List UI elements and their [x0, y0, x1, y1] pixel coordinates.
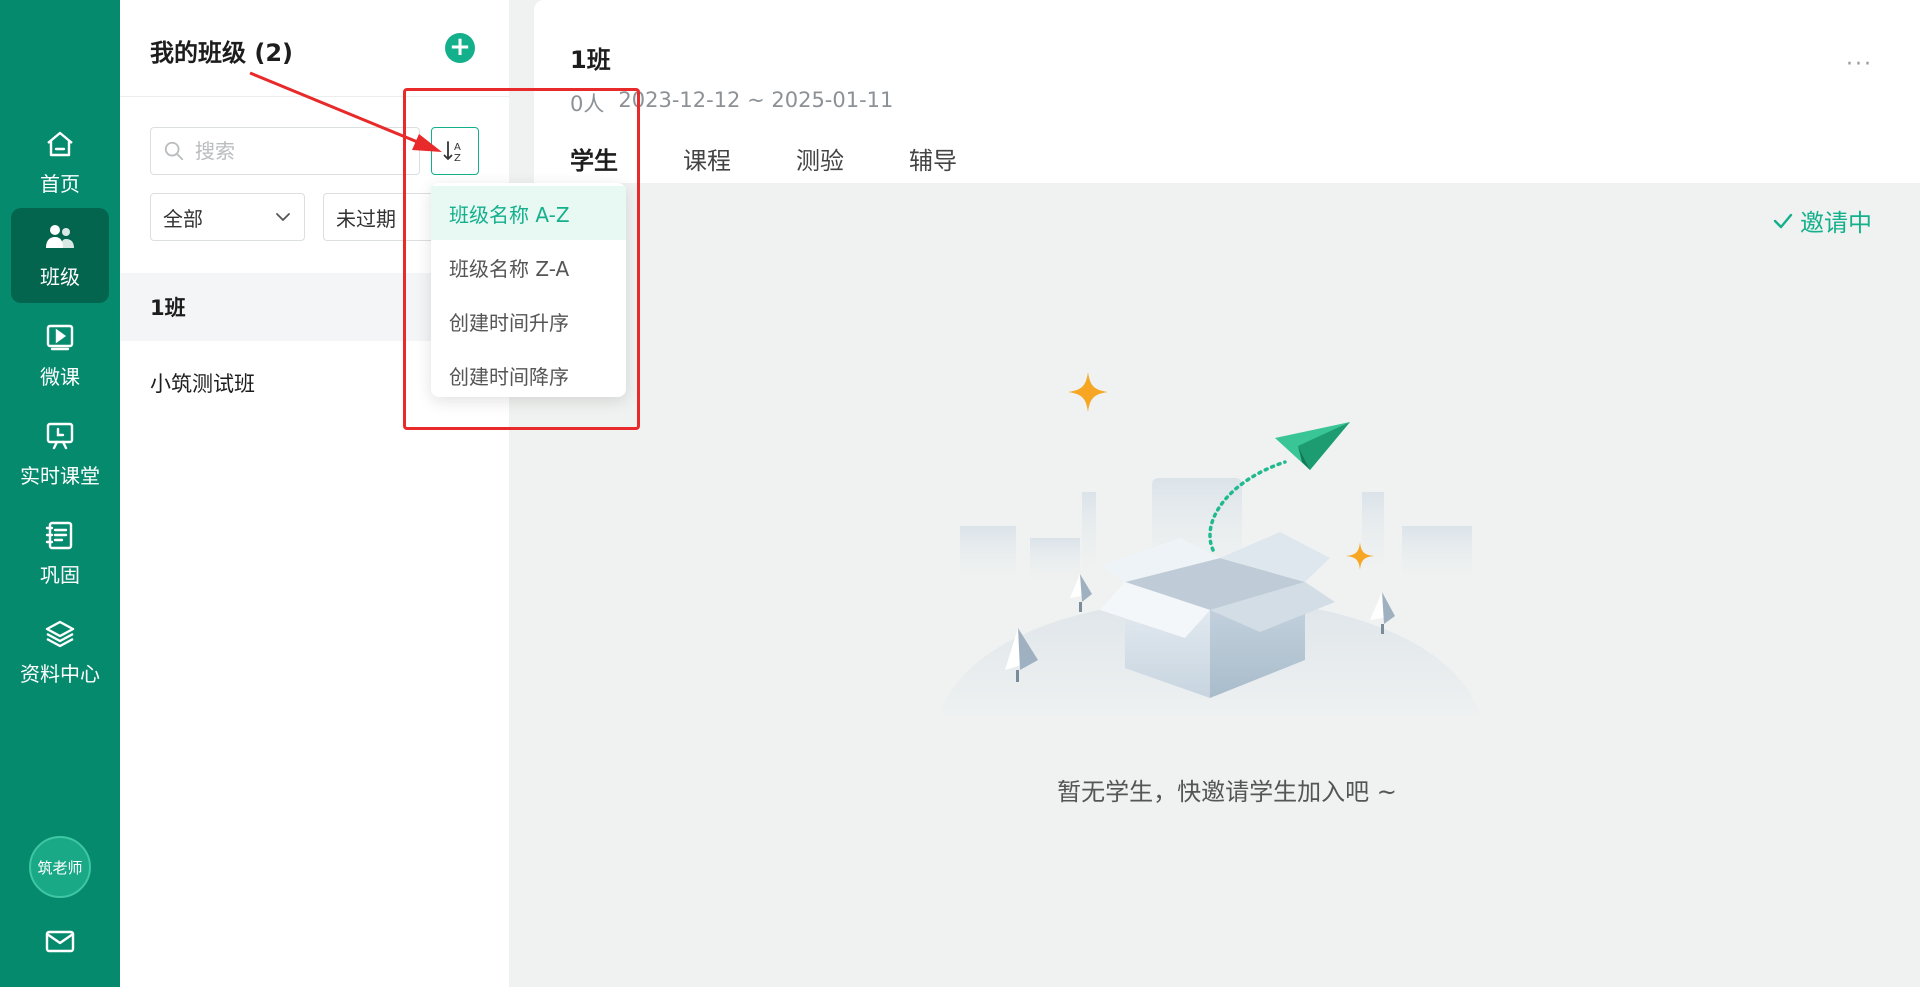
nav-rail: 首页 班级 微课 实时课堂 巩固 资料中心 筑老师: [0, 0, 120, 987]
nav-item-label: 资料中心: [20, 662, 100, 686]
mail-icon[interactable]: [44, 925, 76, 957]
nav-item-label: 巩固: [40, 563, 80, 587]
search-box[interactable]: [150, 127, 420, 175]
class-name: 1班: [570, 46, 611, 74]
people-count: 0人: [570, 92, 605, 116]
svg-text:Z: Z: [454, 153, 461, 164]
tab-courses[interactable]: 课程: [683, 141, 731, 190]
nav-item-label: 班级: [40, 265, 80, 289]
notebook-icon: [45, 521, 73, 550]
inviting-label: 邀请中: [1800, 209, 1872, 237]
check-icon: [1773, 213, 1793, 228]
chevron-down-icon: [276, 213, 290, 221]
date-range: 2023-12-12 ~ 2025-01-11: [618, 88, 894, 112]
detail-tabs: 学生 课程 测验 辅导: [570, 141, 957, 190]
search-icon: [164, 141, 184, 161]
scope-select-value: 全部: [163, 206, 203, 231]
sort-az-icon: AZ: [443, 141, 461, 164]
sort-option-name-asc[interactable]: 班级名称 A-Z: [431, 186, 626, 240]
nav-item-home[interactable]: 首页: [11, 115, 109, 210]
nav-item-label: 实时课堂: [20, 464, 100, 488]
users-icon: [46, 225, 74, 248]
video-icon: [46, 324, 74, 351]
sort-dropdown: 班级名称 A-Z 班级名称 Z-A 创建时间升序 创建时间降序: [431, 183, 626, 397]
status-select-value: 未过期: [336, 206, 396, 231]
class-panel-header: 我的班级 (2) +: [120, 0, 509, 97]
class-meta: 0人 2023-12-12 ~ 2025-01-11: [570, 88, 893, 118]
add-class-button[interactable]: +: [445, 33, 475, 63]
search-input[interactable]: [195, 139, 395, 163]
tab-tutoring[interactable]: 辅导: [909, 141, 957, 190]
nav-item-class[interactable]: 班级: [11, 208, 109, 303]
avatar[interactable]: 筑老师: [29, 836, 91, 898]
nav-item-label: 微课: [40, 365, 80, 389]
nav-item-consolidate[interactable]: 巩固: [11, 506, 109, 601]
sort-option-name-desc[interactable]: 班级名称 Z-A: [431, 240, 626, 294]
more-options-button[interactable]: ···: [1846, 52, 1873, 77]
svg-text:A: A: [454, 142, 461, 153]
nav-item-live-class[interactable]: 实时课堂: [11, 407, 109, 502]
empty-state-illustration: [940, 372, 1480, 715]
class-panel: 我的班级 (2) + AZ 全部 未过期 1班 小筑测试班: [120, 0, 509, 987]
layers-icon: [45, 620, 75, 648]
class-detail-header: 1班 ··· 0人 2023-12-12 ~ 2025-01-11 学生 课程 …: [534, 0, 1920, 190]
inviting-toggle[interactable]: 邀请中: [1772, 203, 1872, 238]
sort-option-created-desc[interactable]: 创建时间降序: [431, 348, 626, 402]
home-icon: [47, 131, 73, 157]
panel-title: 我的班级 (2): [150, 39, 293, 67]
empty-state-text: 暂无学生，快邀请学生加入吧 ~: [1057, 778, 1397, 806]
nav-item-label: 首页: [40, 172, 80, 196]
classroom-icon: [46, 422, 74, 450]
nav-item-resources[interactable]: 资料中心: [11, 605, 109, 700]
scope-select[interactable]: 全部: [150, 193, 305, 241]
sort-option-created-asc[interactable]: 创建时间升序: [431, 294, 626, 348]
tab-quizzes[interactable]: 测验: [796, 141, 844, 190]
nav-item-microcourse[interactable]: 微课: [11, 308, 109, 403]
sort-button[interactable]: AZ: [431, 127, 479, 175]
